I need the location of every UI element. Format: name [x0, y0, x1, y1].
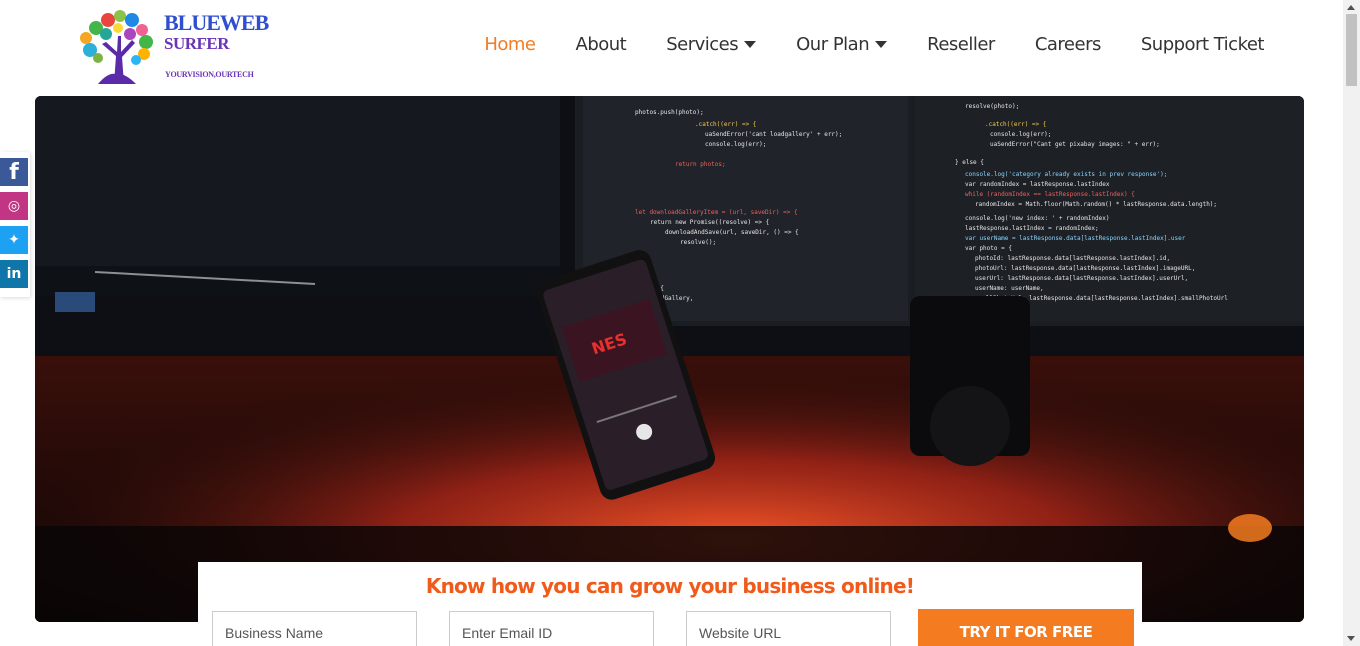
svg-text:var photo = {: var photo = { — [965, 245, 1012, 252]
nav-services-label: Services — [666, 34, 739, 55]
try-it-free-button[interactable]: TRY IT FOR FREE — [918, 609, 1134, 646]
business-name-input[interactable] — [212, 611, 417, 646]
svg-text:photoId: lastResponse.data[las: photoId: lastResponse.data[lastResponse.… — [975, 255, 1170, 262]
svg-text:resolve(photo);: resolve(photo); — [965, 103, 1019, 110]
nav-about[interactable]: About — [576, 34, 627, 55]
lead-form-title: Know how you can grow your business onli… — [425, 574, 915, 598]
svg-text:userName: userName,: userName: userName, — [975, 285, 1044, 292]
svg-text:photos.push(photo);: photos.push(photo); — [635, 109, 704, 116]
linkedin-icon[interactable]: in — [0, 260, 28, 288]
nav-services[interactable]: Services — [666, 34, 757, 55]
svg-text:uaSendError("Cant get pixabay: uaSendError("Cant get pixabay images: " … — [990, 141, 1160, 148]
nav-reseller-label: Reseller — [927, 34, 995, 55]
nav-reseller[interactable]: Reseller — [927, 34, 995, 55]
nav-home-label: Home — [484, 34, 536, 55]
logo-tagline: YOURVISION,OURTECH — [165, 70, 254, 79]
facebook-icon[interactable]: f — [0, 158, 28, 186]
main-nav: Home About Services Our Plan Reseller Ca… — [484, 34, 1264, 55]
svg-text:lastResponse.lastIndex = rando: lastResponse.lastIndex = randomIndex; — [965, 225, 1099, 232]
caret-down-icon — [744, 41, 757, 48]
nav-about-label: About — [575, 34, 627, 55]
nav-our-plan-label: Our Plan — [796, 34, 870, 55]
scroll-thumb[interactable] — [1346, 14, 1357, 86]
page-scrollbar[interactable] — [1343, 0, 1360, 646]
social-bar: f ◎ ✦ in — [0, 152, 30, 297]
nav-our-plan[interactable]: Our Plan — [796, 34, 888, 55]
svg-text:return photos;: return photos; — [675, 161, 726, 168]
page: BLUEWEB SURFER YOURVISION,OURTECH Home A… — [0, 0, 1360, 646]
svg-text:uaSendError('cant loadgallery': uaSendError('cant loadgallery' + err); — [705, 131, 842, 138]
svg-text:console.log('category already: console.log('category already exists in … — [965, 171, 1167, 178]
svg-text:console.log('new index: ' + ra: console.log('new index: ' + randomIndex) — [965, 215, 1110, 222]
instagram-icon[interactable]: ◎ — [0, 192, 28, 220]
svg-text:photoUrl: lastResponse.data[la: photoUrl: lastResponse.data[lastResponse… — [975, 265, 1195, 272]
logo-title: BLUEWEB — [164, 10, 269, 35]
nav-home[interactable]: Home — [484, 34, 536, 55]
website-url-input[interactable] — [686, 611, 891, 646]
logo-subtitle: SURFER — [164, 34, 230, 53]
twitter-icon[interactable]: ✦ — [0, 226, 28, 254]
svg-text:} else {: } else { — [955, 159, 984, 166]
tree-logo-icon — [80, 10, 153, 84]
scroll-down-icon[interactable] — [1347, 636, 1355, 641]
svg-text:var userName = lastResponse.da: var userName = lastResponse.data[lastRes… — [965, 235, 1186, 242]
hero-banner-image: photos.push(photo); .catch((err) => { ua… — [35, 96, 1304, 622]
svg-text:return new Promise((resolve) =: return new Promise((resolve) => { — [650, 219, 769, 226]
site-logo[interactable]: BLUEWEB SURFER YOURVISION,OURTECH — [78, 8, 298, 84]
scroll-up-icon[interactable] — [1347, 5, 1355, 10]
nav-careers-label: Careers — [1034, 34, 1102, 55]
lead-form: Know how you can grow your business onli… — [198, 562, 1142, 646]
email-input[interactable] — [449, 611, 654, 646]
svg-text:let downloadGalleryItem = (url: let downloadGalleryItem = (url, saveDir)… — [635, 209, 798, 216]
nav-support-ticket[interactable]: Support Ticket — [1140, 34, 1265, 55]
svg-text:resolve();: resolve(); — [680, 239, 716, 246]
caret-down-icon — [875, 41, 888, 48]
svg-text:console.log(err);: console.log(err); — [705, 141, 766, 148]
svg-text:.catch((err) => {: .catch((err) => { — [985, 121, 1046, 128]
svg-text:randomIndex = Math.floor(Math.: randomIndex = Math.floor(Math.random() *… — [975, 201, 1217, 208]
svg-text:while (randomIndex == lastResp: while (randomIndex == lastResponse.lastI… — [965, 191, 1135, 198]
svg-text:userUrl: lastResponse.data[las: userUrl: lastResponse.data[lastResponse.… — [975, 275, 1188, 282]
svg-text:downloadAndSave(url, saveDir,: downloadAndSave(url, saveDir, () => { — [665, 229, 799, 236]
nav-support-ticket-label: Support Ticket — [1140, 34, 1265, 55]
svg-text:.catch((err) => {: .catch((err) => { — [695, 121, 756, 128]
svg-text:var randomIndex = lastResponse: var randomIndex = lastResponse.lastIndex — [965, 181, 1110, 188]
nav-careers[interactable]: Careers — [1034, 34, 1102, 55]
svg-text:console.log(err);: console.log(err); — [990, 131, 1051, 138]
